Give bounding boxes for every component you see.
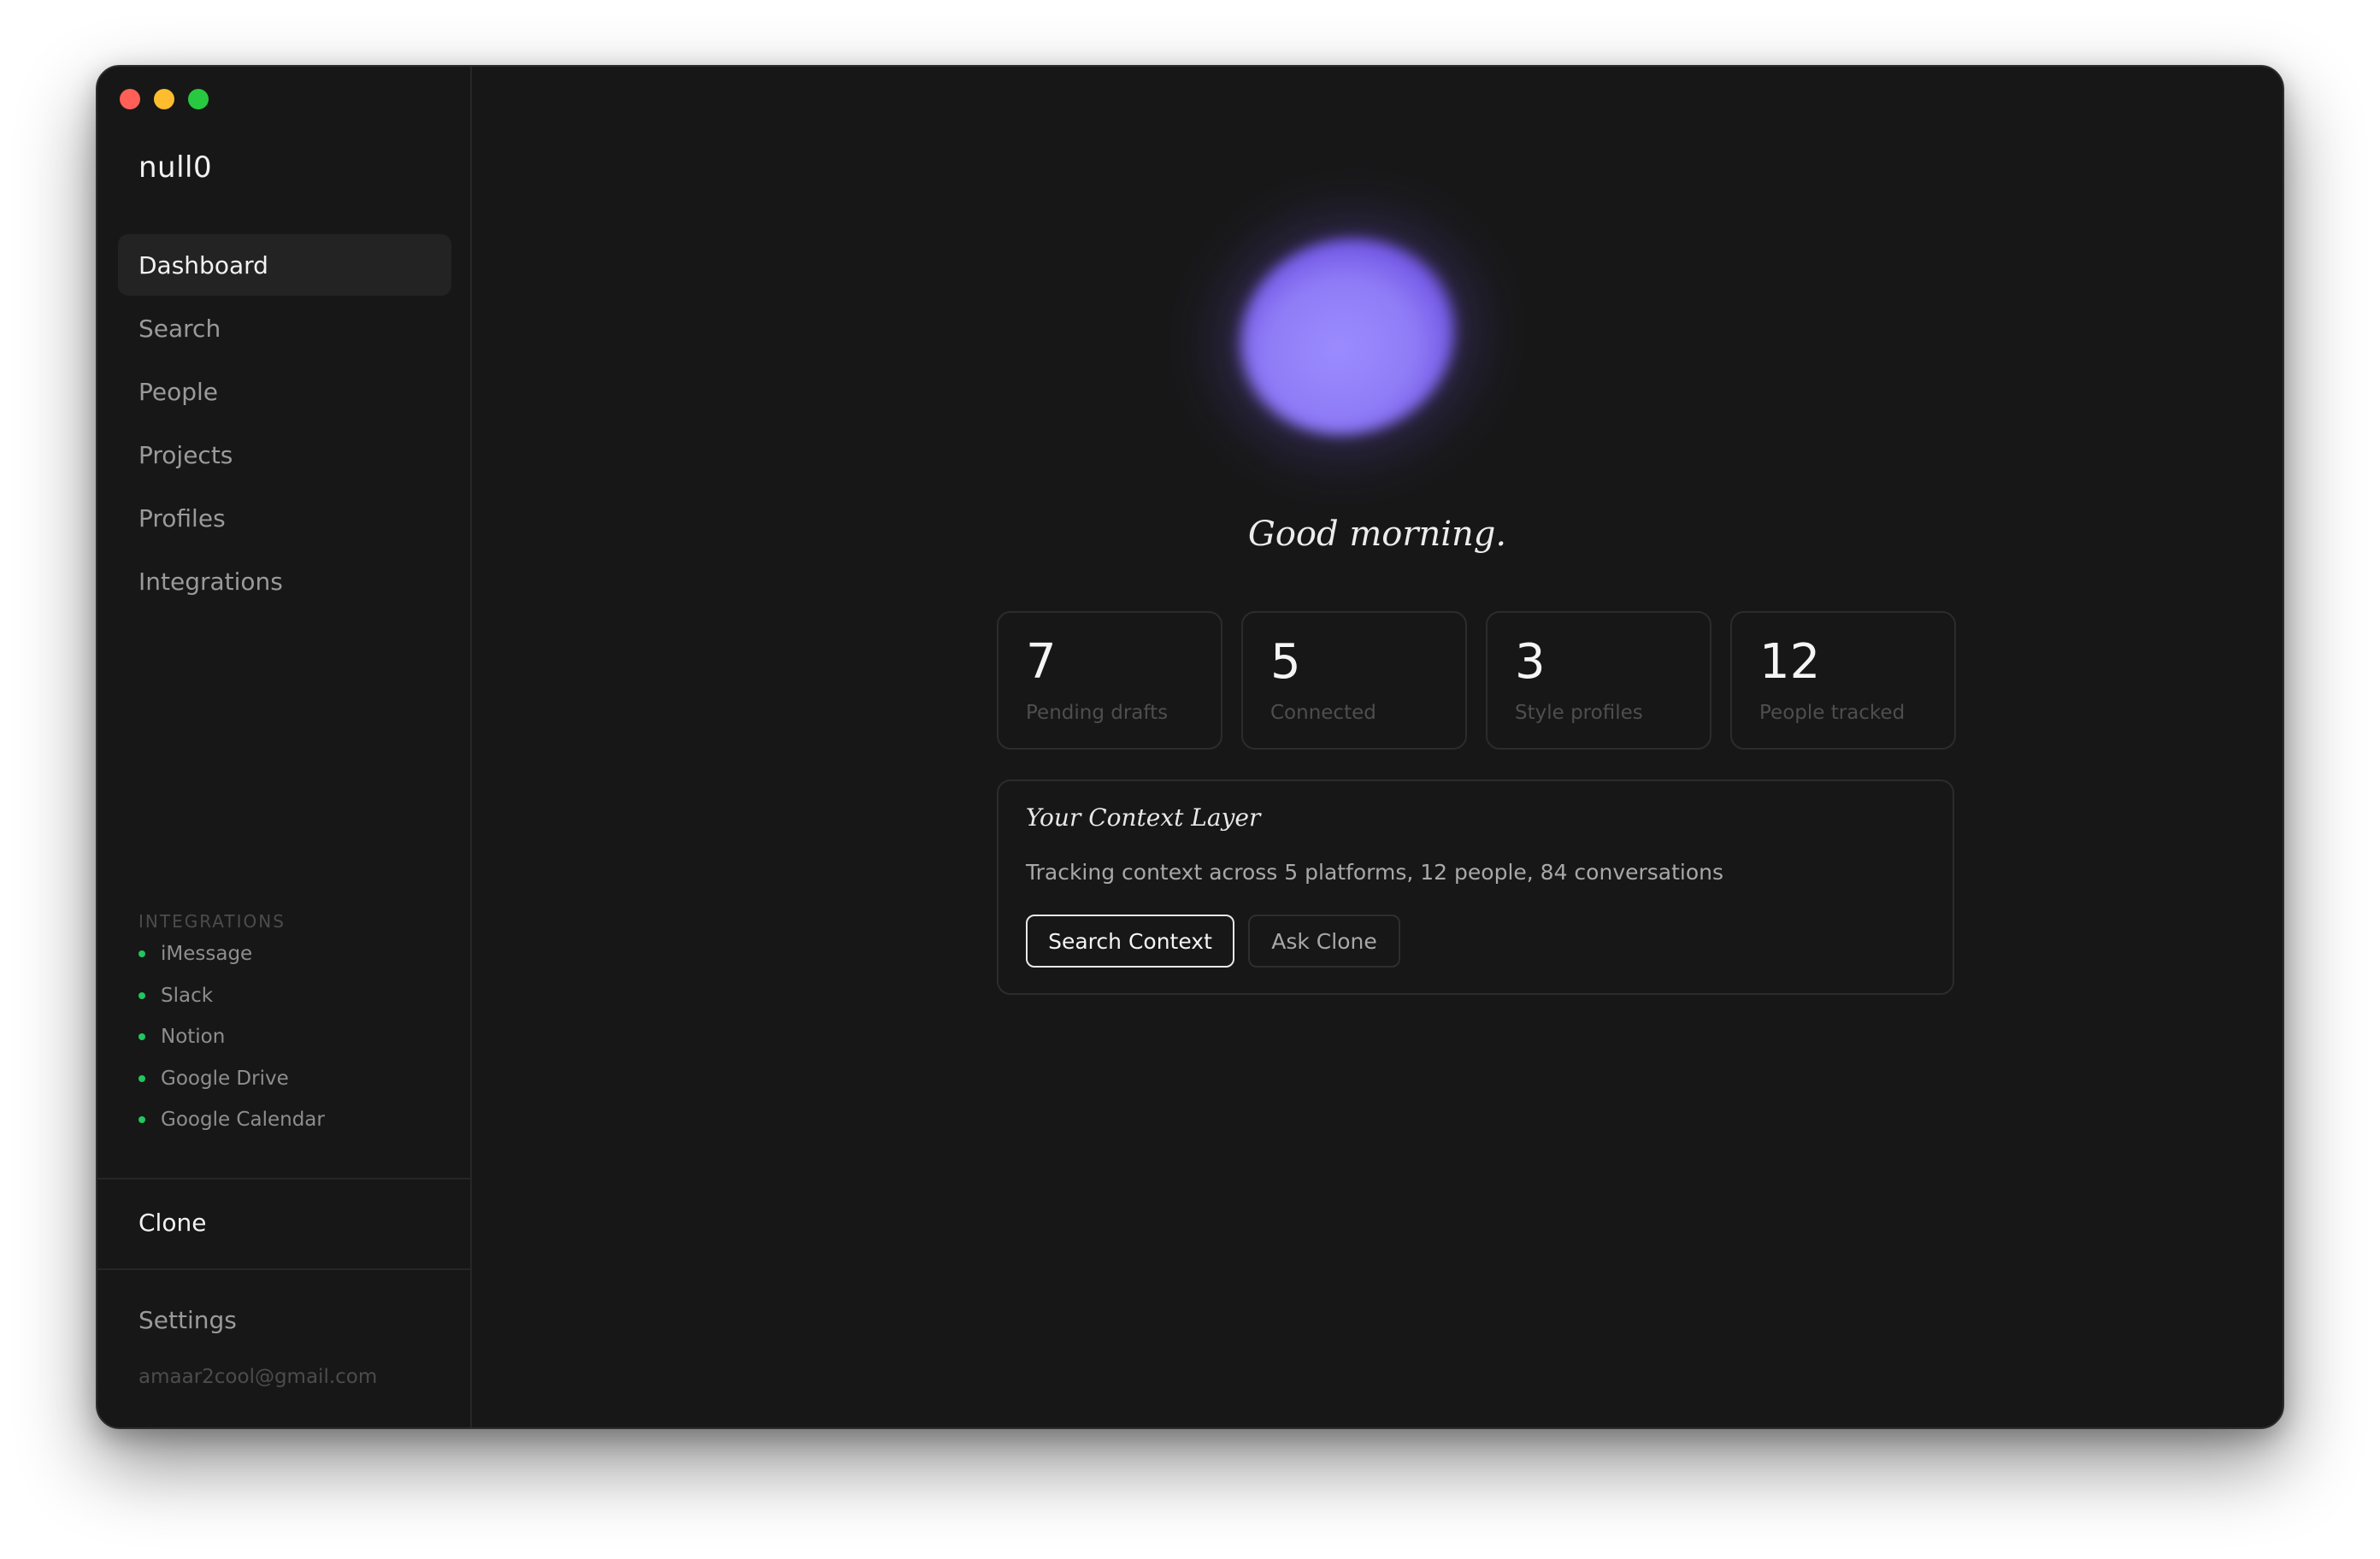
integration-item-slack: Slack xyxy=(138,975,325,1017)
integration-label: Notion xyxy=(161,1026,226,1049)
maximize-window-button[interactable] xyxy=(188,89,209,109)
ai-orb-icon xyxy=(1214,210,1481,463)
sidebar-item-dashboard[interactable]: Dashboard xyxy=(118,234,451,296)
sidebar-item-projects[interactable]: Projects xyxy=(118,424,451,485)
stat-label: Pending drafts xyxy=(1026,702,1169,724)
stat-card-style-profiles[interactable]: 3 Style profiles xyxy=(1486,611,1711,750)
greeting-heading: Good morning. xyxy=(1247,515,1507,554)
app-window: null0 Dashboard Search People Projects P… xyxy=(96,65,2284,1429)
sidebar-nav: Dashboard Search People Projects Profile… xyxy=(118,234,451,614)
stat-label: Connected xyxy=(1270,702,1376,724)
stat-label: People tracked xyxy=(1759,702,1906,724)
sidebar-item-clone[interactable]: Clone xyxy=(138,1209,206,1237)
stat-card-connected[interactable]: 5 Connected xyxy=(1241,611,1467,750)
sidebar-item-profiles[interactable]: Profiles xyxy=(118,487,451,549)
sidebar-item-integrations[interactable]: Integrations xyxy=(118,550,451,612)
status-dot-icon xyxy=(138,991,145,999)
stat-value: 5 xyxy=(1270,634,1301,690)
sidebar-item-settings[interactable]: Settings xyxy=(138,1306,237,1334)
sidebar: null0 Dashboard Search People Projects P… xyxy=(97,67,472,1427)
search-context-button[interactable]: Search Context xyxy=(1026,915,1234,968)
stat-card-pending-drafts[interactable]: 7 Pending drafts xyxy=(997,611,1222,750)
integration-label: Google Drive xyxy=(161,1067,289,1090)
context-layer-title: Your Context Layer xyxy=(1026,803,1261,832)
status-dot-icon xyxy=(138,1116,145,1124)
stats-row: 7 Pending drafts 5 Connected 3 Style pro… xyxy=(997,611,1956,750)
integrations-list: iMessage Slack Notion Google Drive Googl… xyxy=(138,933,325,1141)
context-layer-description: Tracking context across 5 platforms, 12 … xyxy=(1026,860,1724,885)
sidebar-divider xyxy=(97,1268,470,1270)
app-logo: null0 xyxy=(138,150,213,185)
stat-value: 7 xyxy=(1026,634,1057,690)
integration-item-imessage: iMessage xyxy=(138,933,325,975)
status-dot-icon xyxy=(138,1033,145,1041)
stat-value: 12 xyxy=(1759,634,1821,690)
integration-item-google-drive: Google Drive xyxy=(138,1058,325,1100)
integration-label: Google Calendar xyxy=(161,1109,325,1132)
account-email: amaar2cool@gmail.com xyxy=(138,1366,378,1388)
integration-label: iMessage xyxy=(161,943,253,966)
ask-clone-button[interactable]: Ask Clone xyxy=(1248,915,1400,968)
status-dot-icon xyxy=(138,950,145,958)
integrations-section-title: INTEGRATIONS xyxy=(138,911,286,932)
context-layer-card: Your Context Layer Tracking context acro… xyxy=(997,780,1954,995)
status-dot-icon xyxy=(138,1074,145,1082)
dashboard-main: Good morning. 7 Pending drafts 5 Connect… xyxy=(472,67,2283,1427)
close-window-button[interactable] xyxy=(120,89,140,109)
sidebar-divider xyxy=(97,1178,470,1180)
stat-value: 3 xyxy=(1515,634,1546,690)
minimize-window-button[interactable] xyxy=(154,89,174,109)
integration-item-google-calendar: Google Calendar xyxy=(138,1099,325,1141)
integration-label: Slack xyxy=(161,984,214,1007)
window-controls xyxy=(120,89,209,109)
sidebar-item-people[interactable]: People xyxy=(118,361,451,422)
stat-label: Style profiles xyxy=(1515,702,1643,724)
sidebar-item-search[interactable]: Search xyxy=(118,297,451,359)
stat-card-people-tracked[interactable]: 12 People tracked xyxy=(1730,611,1956,750)
integration-item-notion: Notion xyxy=(138,1016,325,1058)
